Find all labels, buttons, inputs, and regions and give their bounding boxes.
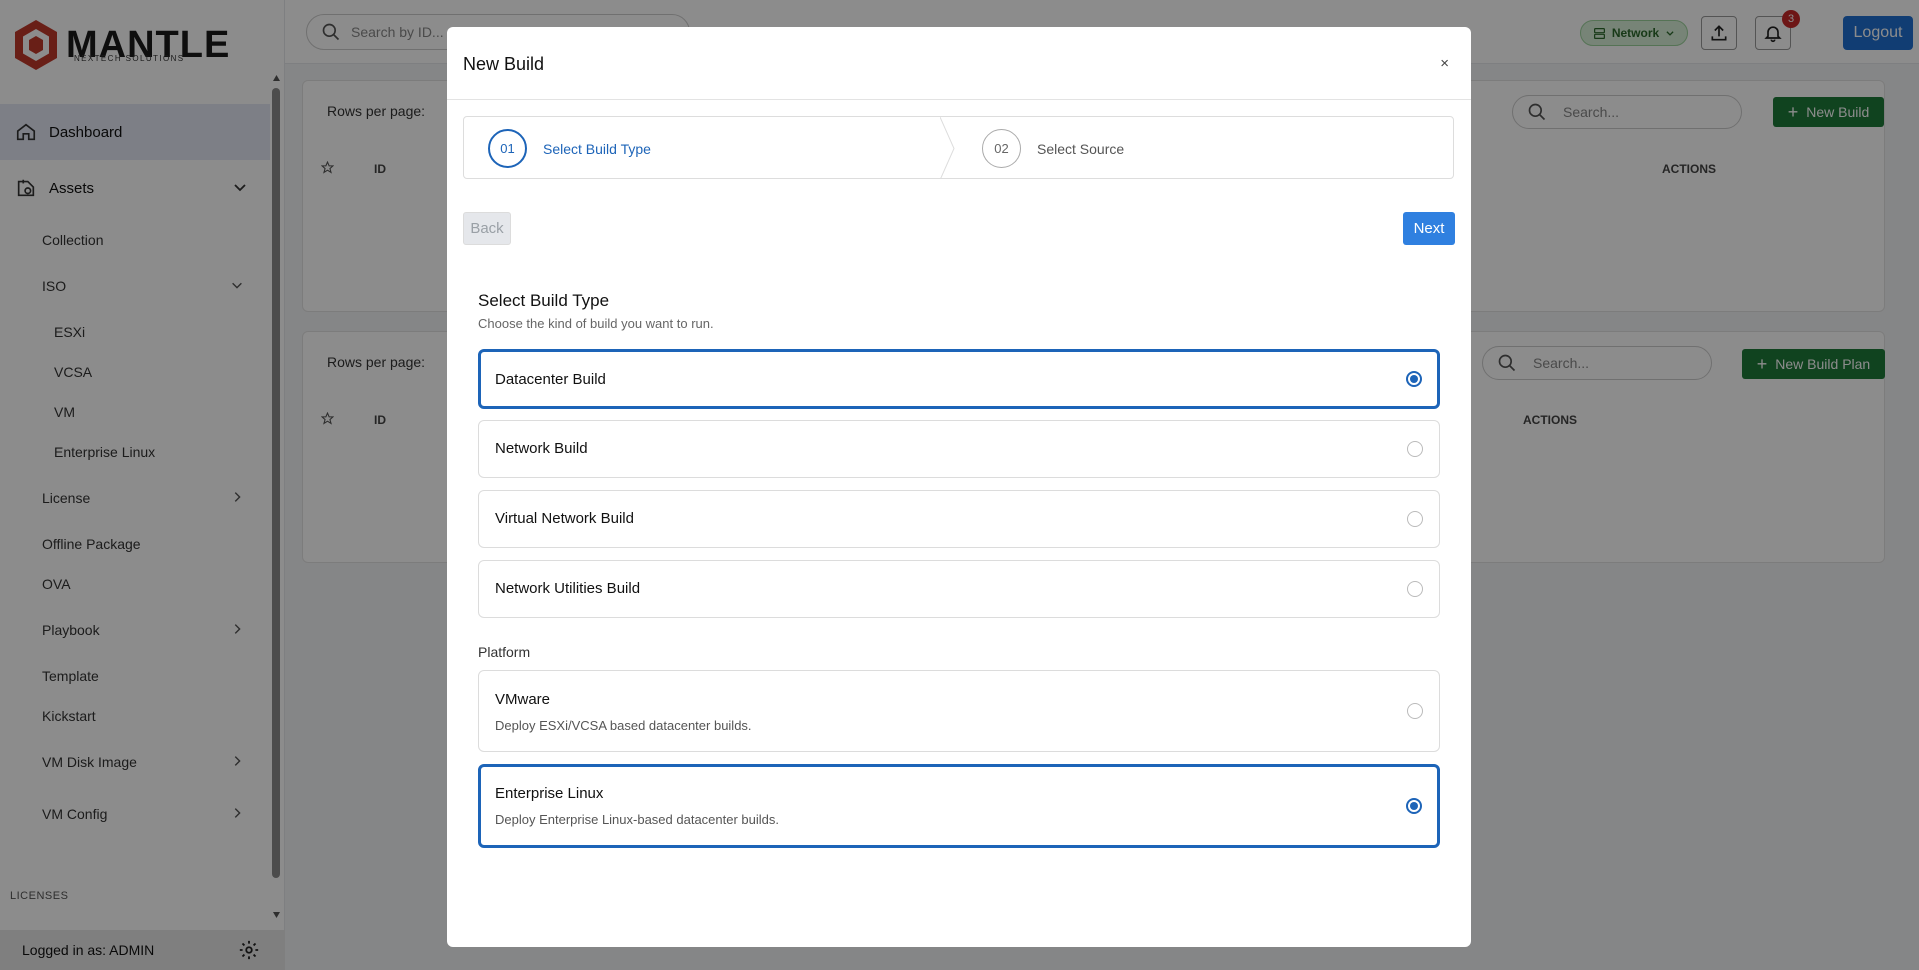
option-description: Deploy ESXi/VCSA based datacenter builds… — [495, 718, 752, 733]
build-type-datacenter[interactable]: Datacenter Build — [478, 349, 1440, 409]
step-number: 01 — [488, 129, 527, 168]
radio-button[interactable] — [1407, 441, 1423, 457]
radio-button[interactable] — [1407, 581, 1423, 597]
step-select-source[interactable]: 02 Select Source — [982, 117, 1125, 178]
option-description: Deploy Enterprise Linux-based datacenter… — [495, 812, 780, 827]
radio-button[interactable] — [1406, 798, 1422, 814]
option-label: Network Utilities Build — [495, 580, 641, 597]
step-label: Select Source — [1037, 140, 1125, 157]
close-icon[interactable]: × — [1440, 55, 1449, 72]
radio-button[interactable] — [1407, 703, 1423, 719]
section-subtitle: Choose the kind of build you want to run… — [478, 316, 714, 331]
platform-label: Platform — [478, 644, 531, 660]
platform-enterprise-linux[interactable]: Enterprise Linux Deploy Enterprise Linux… — [478, 764, 1440, 848]
next-button[interactable]: Next — [1403, 212, 1455, 245]
build-type-network[interactable]: Network Build — [478, 420, 1440, 478]
step-select-build-type[interactable]: 01 Select Build Type — [488, 117, 651, 178]
modal-header: New Build × — [447, 27, 1471, 100]
option-label: Datacenter Build — [495, 371, 606, 388]
platform-vmware[interactable]: VMware Deploy ESXi/VCSA based datacenter… — [478, 670, 1440, 752]
option-label: VMware — [495, 691, 551, 708]
step-divider — [940, 117, 955, 178]
new-build-modal: New Build × 01 Select Build Type 02 Sele… — [447, 27, 1471, 947]
radio-button[interactable] — [1407, 511, 1423, 527]
option-label: Virtual Network Build — [495, 510, 634, 527]
build-stepper: 01 Select Build Type 02 Select Source — [463, 116, 1454, 179]
radio-button[interactable] — [1406, 371, 1422, 387]
step-number: 02 — [982, 129, 1021, 168]
step-label: Select Build Type — [543, 140, 651, 157]
build-type-virtual-network[interactable]: Virtual Network Build — [478, 490, 1440, 548]
option-label: Enterprise Linux — [495, 785, 604, 802]
option-label: Network Build — [495, 440, 588, 457]
section-title: Select Build Type — [478, 291, 610, 310]
back-button[interactable]: Back — [463, 212, 511, 245]
build-type-network-utilities[interactable]: Network Utilities Build — [478, 560, 1440, 618]
modal-title: New Build — [463, 54, 545, 74]
